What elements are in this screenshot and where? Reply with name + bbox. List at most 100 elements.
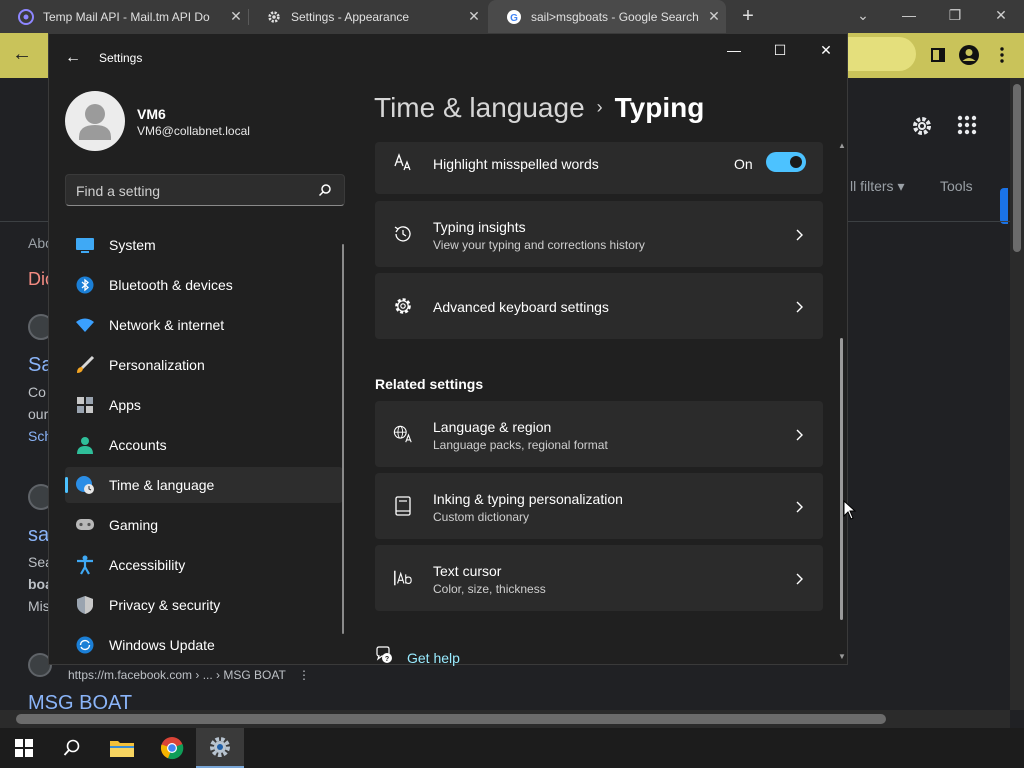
breadcrumb-parent[interactable]: Time & language — [374, 92, 585, 123]
side-panel-icon[interactable] — [926, 43, 950, 67]
settings-app-title: Settings — [99, 51, 143, 65]
sidebar-item-system[interactable]: System — [65, 227, 343, 263]
google-apps-icon[interactable] — [956, 114, 978, 141]
card-title: Text cursor — [433, 563, 502, 579]
get-help-label[interactable]: Get help — [407, 650, 460, 666]
settings-taskbar-button[interactable] — [196, 728, 244, 768]
settings-close-button[interactable]: ✕ — [803, 34, 849, 66]
settings-back-button[interactable]: ← — [63, 48, 83, 68]
language-region-card[interactable]: Language & region Language packs, region… — [375, 401, 823, 467]
sidebar-item-bluetooth[interactable]: Bluetooth & devices — [65, 267, 343, 303]
avatar[interactable] — [65, 91, 125, 151]
nav-scrollbar[interactable] — [342, 244, 344, 634]
chrome-taskbar-button[interactable] — [148, 728, 196, 768]
browser-menu-icon[interactable] — [990, 43, 1014, 67]
folder-icon — [110, 741, 134, 757]
history-icon — [393, 224, 413, 244]
card-subtitle: View your typing and corrections history — [433, 238, 645, 252]
search-icon[interactable] — [318, 183, 334, 199]
sidebar-item-accounts[interactable]: Accounts — [65, 427, 343, 463]
result-fragment: Mis — [28, 598, 50, 614]
sidebar-item-network[interactable]: Network & internet — [65, 307, 343, 343]
omnibox[interactable] — [840, 37, 916, 71]
browser-tab-tempmail[interactable]: Temp Mail API - Mail.tm API Do ✕ — [0, 0, 248, 33]
breadcrumb-separator: › — [596, 97, 603, 117]
result-title-fragment[interactable]: sa — [28, 524, 49, 547]
sidebar-item-apps[interactable]: Apps — [65, 387, 343, 423]
get-help-link[interactable]: ? Get help — [375, 646, 460, 669]
brush-icon — [75, 355, 95, 375]
content-scroll-up-button[interactable]: ▲ — [838, 142, 846, 150]
update-icon — [75, 635, 95, 655]
search-input[interactable] — [76, 182, 306, 200]
new-tab-button[interactable]: + — [735, 4, 761, 30]
tab-close-icon[interactable]: ✕ — [702, 8, 726, 25]
bluetooth-icon — [75, 275, 95, 295]
chevron-right-icon — [793, 300, 805, 313]
browser-tab-title: sail>msgboats - Google Search — [531, 9, 699, 24]
sidebar-item-privacy-security[interactable]: Privacy & security — [65, 587, 343, 623]
find-setting-box[interactable] — [65, 174, 345, 206]
tab-close-icon[interactable]: ✕ — [224, 8, 248, 25]
advanced-keyboard-settings-card[interactable]: Advanced keyboard settings — [375, 273, 823, 339]
google-settings-icon[interactable] — [910, 114, 934, 143]
scrollbar-thumb[interactable] — [1013, 84, 1021, 252]
page-vertical-scrollbar[interactable] — [1010, 78, 1024, 710]
profile-avatar-icon[interactable] — [957, 43, 981, 67]
file-explorer-button[interactable] — [98, 728, 146, 768]
tab-close-icon[interactable]: ✕ — [462, 8, 486, 25]
toggle-state-label: On — [734, 156, 753, 172]
svg-text:?: ? — [385, 656, 389, 663]
related-settings-heading: Related settings — [375, 376, 484, 392]
browser-close-button[interactable]: ✕ — [978, 0, 1024, 33]
google-signin-button[interactable] — [1000, 188, 1008, 224]
settings-maximize-button[interactable]: ☐ — [757, 34, 803, 66]
content-scroll-down-button[interactable]: ▼ — [838, 653, 846, 661]
sidebar-item-label: Windows Update — [109, 637, 215, 653]
help-chat-icon: ? — [375, 646, 393, 669]
browser-minimize-button[interactable]: — — [886, 0, 932, 33]
page-title: Typing — [614, 92, 705, 123]
card-title: Advanced keyboard settings — [433, 299, 609, 315]
page-horizontal-scrollbar[interactable] — [0, 710, 1010, 728]
browser-restore-button[interactable]: ❐ — [932, 0, 978, 33]
browser-tab-settings-appearance[interactable]: Settings - Appearance ✕ — [248, 0, 486, 33]
gear-icon — [393, 296, 413, 316]
start-button[interactable] — [0, 728, 48, 768]
sidebar-item-windows-update[interactable]: Windows Update — [65, 627, 343, 663]
taskbar-search-button[interactable] — [48, 728, 96, 768]
highlight-misspelled-toggle[interactable] — [766, 152, 806, 172]
browser-tab-google-search[interactable]: G sail>msgboats - Google Search ✕ — [488, 0, 726, 33]
sidebar-item-gaming[interactable]: Gaming — [65, 507, 343, 543]
sidebar-item-accessibility[interactable]: Accessibility — [65, 547, 343, 583]
sidebar-item-label: Time & language — [109, 477, 215, 493]
typing-insights-card[interactable]: Typing insights View your typing and cor… — [375, 201, 823, 267]
tools-button[interactable]: Tools — [940, 178, 973, 194]
accessibility-icon — [75, 555, 95, 575]
text-cursor-card[interactable]: Text cursor Color, size, thickness — [375, 545, 823, 611]
settings-minimize-button[interactable]: — — [711, 34, 757, 66]
result-url: https://m.facebook.com › ... › MSG BOAT — [68, 668, 286, 682]
result-more-icon[interactable]: ⋮ — [298, 668, 310, 682]
inking-typing-personalization-card[interactable]: Inking & typing personalization Custom d… — [375, 473, 823, 539]
globe-clock-icon — [75, 475, 95, 495]
card-title: Typing insights — [433, 219, 526, 235]
settings-titlebar: ← Settings — ☐ ✕ — [49, 34, 849, 82]
sidebar-item-personalization[interactable]: Personalization — [65, 347, 343, 383]
browser-tab-title: Settings - Appearance — [291, 9, 410, 24]
windows-taskbar — [0, 728, 1024, 768]
svg-text:G: G — [510, 13, 518, 24]
card-title: Inking & typing personalization — [433, 491, 623, 507]
language-icon — [393, 424, 413, 444]
content-scrollbar-thumb[interactable] — [840, 338, 843, 620]
highlight-misspelled-words-card[interactable]: Highlight misspelled words On — [375, 142, 823, 194]
settings-window: ← Settings — ☐ ✕ VM6 VM6@collabnet.local… — [48, 33, 849, 666]
tab-search-dropdown-icon[interactable]: ⌄ — [840, 0, 886, 33]
google-favicon-icon: G — [506, 9, 522, 25]
sidebar-item-label: Privacy & security — [109, 597, 221, 613]
sidebar-item-time-language[interactable]: Time & language — [65, 467, 343, 503]
all-filters-button[interactable]: ll filters ▾ — [850, 178, 904, 195]
scrollbar-thumb[interactable] — [16, 714, 886, 724]
sidebar-item-label: Accounts — [109, 437, 167, 453]
browser-back-button[interactable]: ← — [10, 42, 34, 66]
